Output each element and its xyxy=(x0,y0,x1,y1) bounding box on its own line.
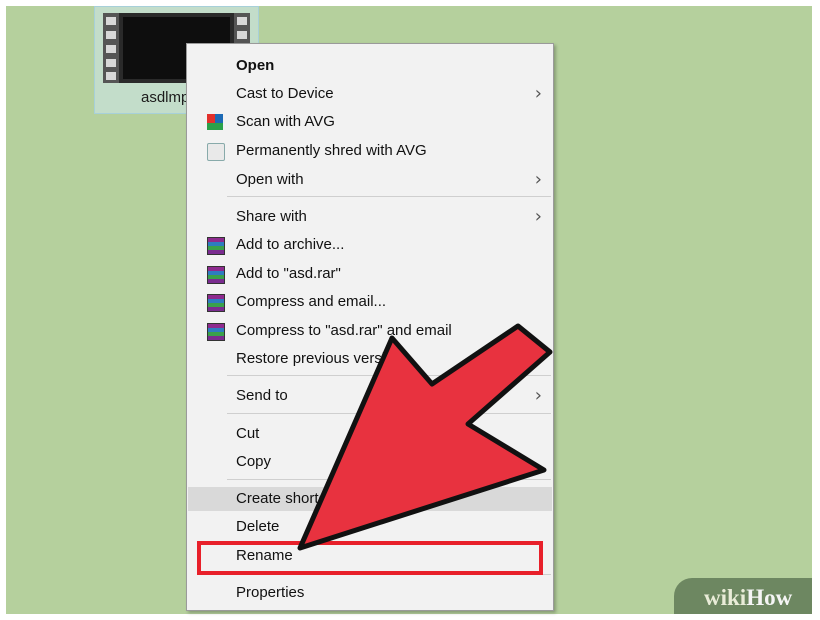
menu-item-open-with[interactable]: Open with › xyxy=(188,168,552,192)
menu-item-label: Delete xyxy=(236,518,280,535)
menu-item-label: Open with xyxy=(236,171,304,188)
menu-item-label: Add to "asd.rar" xyxy=(236,265,341,282)
menu-item-open[interactable]: Open xyxy=(188,54,552,78)
avg-icon xyxy=(207,114,223,130)
winrar-icon xyxy=(207,294,225,312)
menu-item-label: Compress and email... xyxy=(236,293,387,310)
menu-item-label: Cast to Device xyxy=(236,85,334,102)
context-menu: Open Cast to Device › Scan with AVG Perm… xyxy=(186,43,554,611)
wikihow-logo: wikiHow xyxy=(704,585,793,610)
menu-separator xyxy=(227,196,551,197)
wikihow-watermark: wikiHow xyxy=(674,578,812,614)
menu-item-create-shortcut[interactable]: Create shortcut xyxy=(188,487,552,511)
shred-icon xyxy=(207,143,225,161)
menu-item-copy[interactable]: Copy xyxy=(188,450,552,474)
menu-item-label: Cut xyxy=(236,425,260,442)
menu-item-label: Share with xyxy=(236,208,307,225)
winrar-icon xyxy=(207,266,225,284)
menu-item-label: Scan with AVG xyxy=(236,113,335,130)
menu-item-share-with[interactable]: Share with › xyxy=(188,205,552,229)
menu-item-label: Send to xyxy=(236,387,288,404)
menu-item-shred-with-avg[interactable]: Permanently shred with AVG xyxy=(188,139,552,163)
chevron-right-icon: › xyxy=(534,169,542,190)
menu-item-label: Open xyxy=(236,57,275,74)
menu-item-delete[interactable]: Delete xyxy=(188,515,552,539)
menu-item-add-to-asd-rar[interactable]: Add to "asd.rar" xyxy=(188,262,552,286)
menu-item-properties[interactable]: Properties xyxy=(188,581,552,605)
menu-item-label: Permanently shred with AVG xyxy=(236,142,427,159)
menu-item-cast-to-device[interactable]: Cast to Device › xyxy=(188,82,552,106)
menu-separator xyxy=(227,413,551,414)
menu-separator xyxy=(227,375,551,376)
menu-item-send-to[interactable]: Send to › xyxy=(188,384,552,408)
menu-item-compress-to-asd-rar-and-email[interactable]: Compress to "asd.rar" and email xyxy=(188,319,552,343)
menu-item-scan-with-avg[interactable]: Scan with AVG xyxy=(188,110,552,134)
menu-item-compress-and-email[interactable]: Compress and email... xyxy=(188,290,552,314)
menu-separator xyxy=(227,479,551,480)
file-name-label: asdlmp xyxy=(141,89,190,106)
menu-item-label: Compress to "asd.rar" and email xyxy=(236,322,452,339)
winrar-icon xyxy=(207,237,225,255)
winrar-icon xyxy=(207,323,225,341)
menu-item-label: Properties xyxy=(236,584,305,601)
chevron-right-icon: › xyxy=(534,83,542,104)
menu-item-label: Create shortcut xyxy=(236,490,339,507)
menu-item-label: Add to archive... xyxy=(236,236,345,253)
menu-item-label: Copy xyxy=(236,453,272,470)
menu-item-cut[interactable]: Cut xyxy=(188,422,552,446)
menu-item-restore-previous-versions[interactable]: Restore previous versions xyxy=(188,347,552,371)
menu-item-label: Restore previous versions xyxy=(236,350,410,367)
chevron-right-icon: › xyxy=(534,206,542,227)
menu-item-add-to-archive[interactable]: Add to archive... xyxy=(188,233,552,257)
rename-highlight-box xyxy=(197,541,543,575)
chevron-right-icon: › xyxy=(534,385,542,406)
